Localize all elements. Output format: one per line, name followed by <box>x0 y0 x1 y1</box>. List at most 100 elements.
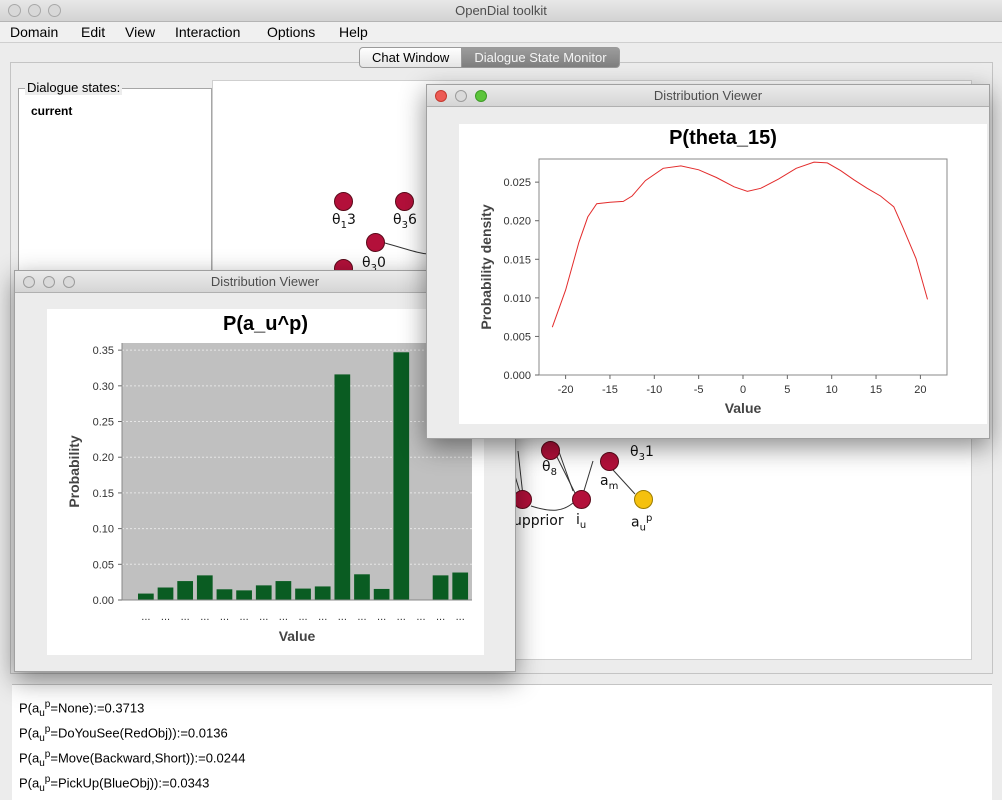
bar <box>177 581 194 600</box>
zoom-button[interactable] <box>475 90 487 102</box>
x-tick-label: 20 <box>914 384 926 396</box>
y-tick-label: 0.05 <box>93 559 114 571</box>
minimize-button[interactable] <box>28 4 41 17</box>
x-tick-label: 10 <box>826 384 838 396</box>
tab-dialogue-state-monitor[interactable]: Dialogue State Monitor <box>462 47 620 68</box>
x-tick-label: -15 <box>602 384 618 396</box>
output-line: P(aup=None):=0.3713 <box>19 699 145 719</box>
y-axis-label: Probability <box>66 435 82 508</box>
node-theta-30[interactable] <box>366 233 385 252</box>
x-axis-label: Value <box>725 400 762 416</box>
node-theta-31[interactable] <box>600 452 619 471</box>
y-tick-label: 0.020 <box>503 216 531 228</box>
bar <box>393 352 410 600</box>
x-tick-label: ... <box>161 611 170 623</box>
bar <box>314 586 331 600</box>
node-theta-13[interactable] <box>334 192 353 211</box>
output-line: P(aup=PickUp(BlueObj)):=0.0343 <box>19 774 210 794</box>
y-tick-label: 0.010 <box>503 293 531 305</box>
node-i-u[interactable] <box>572 490 591 509</box>
zoom-button[interactable] <box>63 276 75 288</box>
bar <box>373 588 390 600</box>
node-label: am <box>600 473 619 492</box>
node-label: θ8 <box>542 459 557 478</box>
menu-interaction[interactable]: Interaction <box>175 24 240 40</box>
close-button[interactable] <box>435 90 447 102</box>
node-label: θ13 <box>332 212 356 231</box>
viewer-title-bar: Distribution Viewer <box>427 85 989 107</box>
y-tick-label: 0.35 <box>93 345 114 357</box>
close-button[interactable] <box>23 276 35 288</box>
bar <box>275 581 292 600</box>
x-tick-label: ... <box>416 611 425 623</box>
line-chart-area: P(theta_15) 0.000 0.005 0.010 0.015 0.020 0.0… <box>459 124 987 424</box>
x-tick-label: ... <box>259 611 268 623</box>
menu-options[interactable]: Options <box>267 24 315 40</box>
close-button[interactable] <box>8 4 21 17</box>
tab-bar: Chat Window Dialogue State Monitor <box>359 47 620 68</box>
bar <box>216 589 233 600</box>
y-tick-label: 0.000 <box>503 370 531 382</box>
menu-domain[interactable]: Domain <box>10 24 58 40</box>
y-tick-label: 0.30 <box>93 381 114 393</box>
menu-view[interactable]: View <box>125 24 155 40</box>
y-tick-label: 0.25 <box>93 417 114 429</box>
x-tick-label: ... <box>220 611 229 623</box>
x-tick-label: -5 <box>694 384 704 396</box>
node-theta-8[interactable] <box>541 441 560 460</box>
y-tick-label: 0.00 <box>93 595 114 607</box>
node-theta-36[interactable] <box>395 192 414 211</box>
node-label: θ36 <box>393 212 417 231</box>
app-title-bar: OpenDial toolkit <box>0 0 1002 22</box>
output-line: P(aup=Move(Backward,Short)):=0.0244 <box>19 749 246 769</box>
x-tick-label: ... <box>357 611 366 623</box>
plot-background <box>122 343 472 600</box>
x-tick-label: 0 <box>740 384 746 396</box>
bar <box>157 587 174 600</box>
bar <box>255 585 272 600</box>
x-tick-label: 15 <box>870 384 882 396</box>
bar-chart-area: P(a_u^p) 0.00 0.05 0.10 0.15 0.20 0.25 0.30 0.3… <box>47 309 484 655</box>
x-tick-label: ... <box>181 611 190 623</box>
dialogue-states-label: Dialogue states: <box>25 80 123 95</box>
bar <box>452 572 469 600</box>
y-axis-label: Probability density <box>478 204 494 329</box>
menu-help[interactable]: Help <box>339 24 368 40</box>
state-item-current[interactable]: current <box>31 104 72 118</box>
x-tick-label: ... <box>279 611 288 623</box>
node-label: aup <box>631 513 653 534</box>
bar <box>236 590 252 600</box>
x-tick-label: ... <box>338 611 347 623</box>
bar-chart: 0.00 0.05 0.10 0.15 0.20 0.25 0.30 0.35........… <box>66 343 472 644</box>
menu-edit[interactable]: Edit <box>81 24 105 40</box>
zoom-button[interactable] <box>48 4 61 17</box>
y-tick-label: 0.005 <box>503 331 531 343</box>
y-tick-label: 0.015 <box>503 254 531 266</box>
app-title: OpenDial toolkit <box>455 3 547 18</box>
menu-bar: Domain Edit View Interaction Options Hel… <box>0 22 1002 43</box>
distribution-output-area[interactable]: P(aup=None):=0.3713 P(aup=DoYouSee(RedOb… <box>12 684 992 800</box>
node-label: θ31 <box>630 444 654 463</box>
y-tick-label: 0.20 <box>93 452 114 464</box>
x-tick-label: ... <box>298 611 307 623</box>
x-tick-label: 5 <box>784 384 790 396</box>
viewer-title: Distribution Viewer <box>653 88 763 103</box>
node-a-u-p[interactable] <box>634 490 653 509</box>
bar <box>196 575 213 600</box>
bar <box>432 575 449 600</box>
node-label: upprior <box>513 513 564 529</box>
x-tick-label: -10 <box>646 384 662 396</box>
x-tick-label: ... <box>240 611 249 623</box>
bar <box>295 588 311 600</box>
x-tick-label: ... <box>200 611 209 623</box>
distribution-viewer-line: Distribution Viewer P(theta_15) 0.000 0.0… <box>426 84 990 439</box>
minimize-button[interactable] <box>455 90 467 102</box>
plot-frame <box>538 158 948 376</box>
x-axis-label: Value <box>279 628 316 644</box>
y-tick-label: 0.025 <box>503 177 531 189</box>
minimize-button[interactable] <box>43 276 55 288</box>
x-tick-label: ... <box>318 611 327 623</box>
x-tick-label: ... <box>141 611 150 623</box>
y-tick-label: 0.10 <box>93 524 114 536</box>
tab-chat-window[interactable]: Chat Window <box>359 47 463 68</box>
